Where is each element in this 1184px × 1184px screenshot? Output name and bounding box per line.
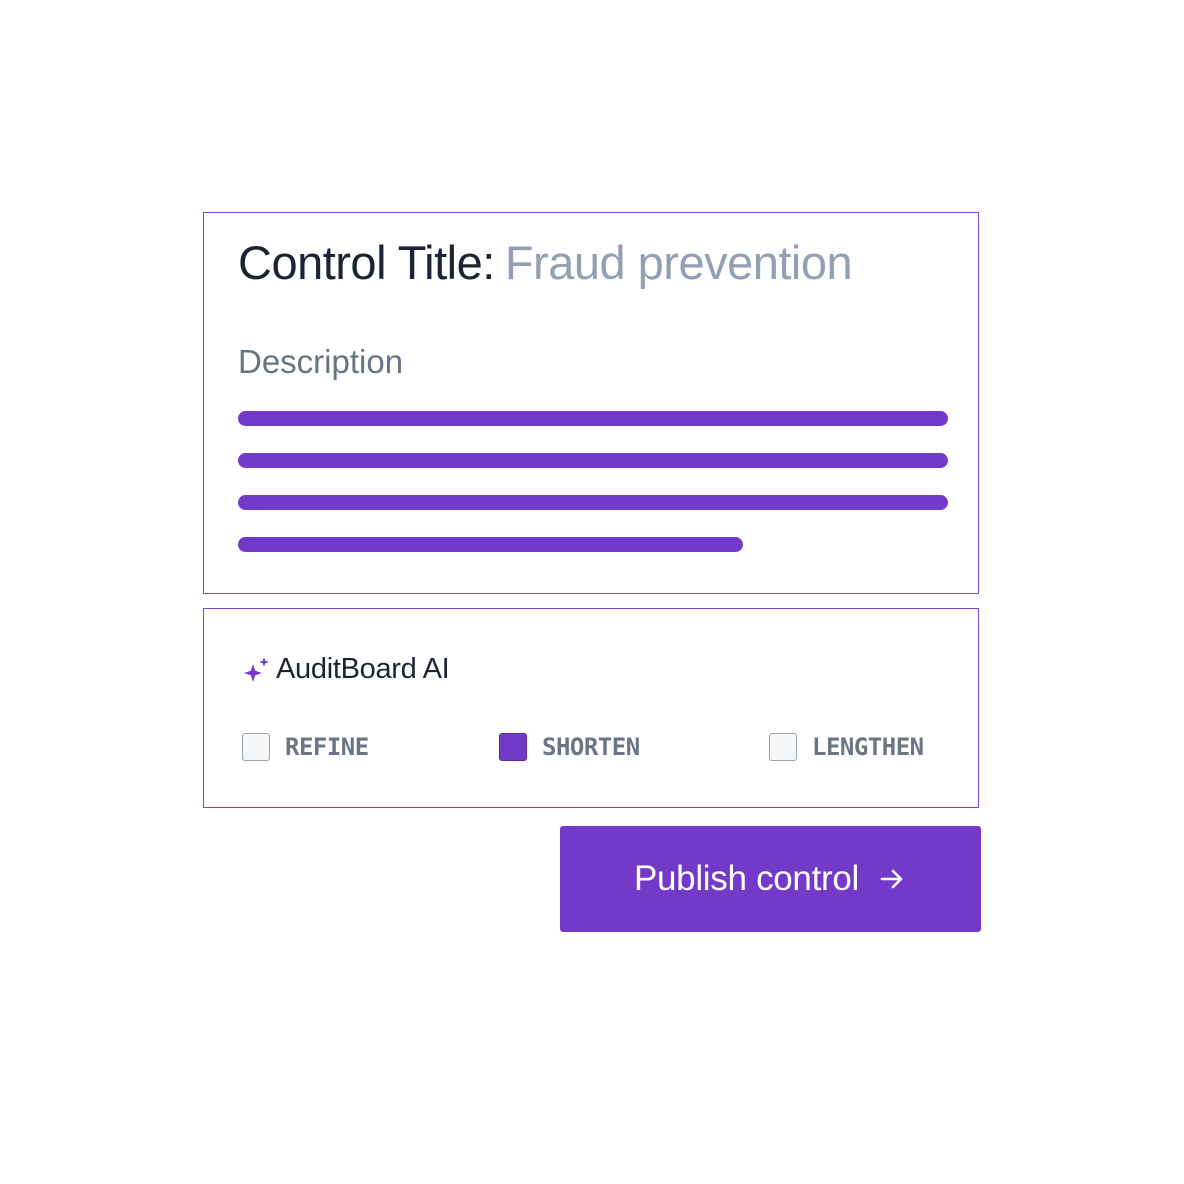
control-card: Control Title: Fraud prevention Descripti… (203, 212, 979, 594)
control-title-input[interactable]: Fraud prevention (505, 236, 853, 289)
option-refine[interactable]: REFINE (242, 733, 369, 761)
option-shorten[interactable]: SHORTEN (499, 733, 640, 761)
arrow-right-icon (880, 869, 903, 889)
ai-panel-header: AuditBoard AI (242, 653, 450, 686)
description-text-line[interactable] (238, 453, 948, 468)
lengthen-checkbox[interactable] (769, 733, 797, 761)
publish-control-label: Publish control (633, 859, 860, 898)
shorten-checkbox[interactable] (499, 733, 527, 761)
description-text-line[interactable] (238, 537, 743, 552)
refine-label: REFINE (285, 733, 369, 761)
ai-panel-title: AuditBoard AI (276, 653, 450, 685)
description-label: Description (238, 343, 404, 380)
shorten-label: SHORTEN (542, 733, 640, 761)
ai-panel: AuditBoard AI REFINE SHORTEN LENGTHEN (203, 608, 979, 808)
lengthen-label: LENGTHEN (812, 733, 924, 761)
description-text-line[interactable] (238, 411, 948, 426)
publish-control-button[interactable]: Publish control (560, 826, 981, 932)
control-title: Control Title: Fraud prevention (238, 235, 853, 290)
description-text-line[interactable] (238, 495, 948, 510)
sparkle-icon (244, 656, 269, 682)
refine-checkbox[interactable] (242, 733, 270, 761)
control-title-label: Control Title: (238, 236, 495, 289)
option-lengthen[interactable]: LENGTHEN (769, 733, 924, 761)
